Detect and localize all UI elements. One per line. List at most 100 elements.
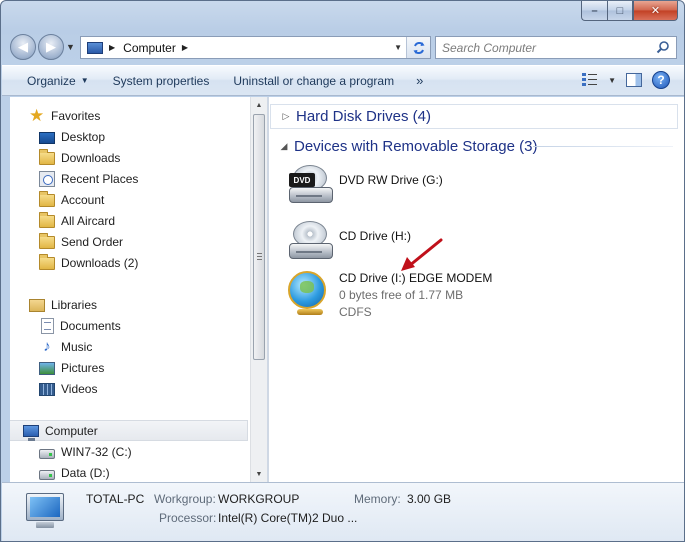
sidebar-item-desktop[interactable]: Desktop [10,126,105,147]
preview-pane-icon[interactable] [626,73,642,87]
drive-body-graphic [289,187,333,203]
address-bar[interactable]: ▶ Computer ▶ ▼ [80,36,431,59]
command-bar: Organize ▼ System properties Uninstall or… [2,65,684,96]
view-controls: ▼ ? [582,71,670,89]
sidebar-item-label: Videos [61,381,98,396]
sidebar-item-label: Computer [45,423,98,438]
sidebar-item-videos[interactable]: Videos [10,378,97,399]
breadcrumb-chevron-icon[interactable]: ▶ [182,43,188,52]
back-button[interactable]: ◀ [10,34,36,60]
grip-icon [257,253,262,260]
navigation-scrollbar[interactable]: ▲ ▼ [250,97,267,482]
caption-buttons: – □ ✕ [581,1,678,21]
organize-label: Organize [27,73,76,88]
sidebar-item-label: Pictures [61,360,105,375]
sidebar-item-label: Downloads (2) [61,255,139,270]
monitor-stand-graphic [36,522,54,528]
minimize-button[interactable]: – [581,1,607,21]
sidebar-item-send-order[interactable]: Send Order [10,231,123,252]
refresh-button[interactable] [406,37,430,58]
sidebar-item-libraries[interactable]: Libraries [10,294,97,315]
forward-arrow-icon: ▶ [46,39,56,54]
collapse-triangle-icon[interactable]: ◢ [274,141,294,152]
recent-pages-dropdown[interactable]: ▼ [66,42,75,52]
sidebar-item-music[interactable]: ♪ Music [10,336,92,357]
device-free-space: 0 bytes free of 1.77 MB [339,288,464,302]
change-view-icon[interactable] [582,73,598,87]
sidebar-item-data-drive[interactable]: Data (D:) [10,462,110,482]
sidebar-item-computer[interactable]: Computer [10,420,248,441]
sidebar-item-label: Libraries [51,297,98,312]
system-properties-button[interactable]: System properties [101,65,222,96]
memory-value: 3.00 GB [407,492,452,506]
sidebar-item-win7-drive[interactable]: WIN7-32 (C:) [10,441,132,462]
group-divider [533,146,673,147]
globe-stand-graphic [297,309,323,315]
device-name: CD Drive (I:) EDGE MODEM [339,271,493,285]
sidebar-item-documents[interactable]: Documents [10,315,121,336]
sidebar-item-label: All Aircard [61,213,116,228]
breadcrumb-separator-icon[interactable]: ▶ [109,43,115,52]
sidebar-item-all-aircard[interactable]: All Aircard [10,210,115,231]
sidebar-item-account[interactable]: Account [10,189,104,210]
processor-label: Processor: [159,511,217,525]
help-icon[interactable]: ? [652,71,670,89]
windows-drive-icon [39,448,55,459]
navigation-pane: ★ Favorites Desktop Downloads Recent Pla… [10,97,250,482]
search-icon[interactable] [656,40,670,54]
folder-icon [39,191,55,207]
view-options-dropdown[interactable]: ▼ [608,76,616,85]
sidebar-item-label: Downloads [61,150,121,165]
maximize-button[interactable]: □ [607,1,633,21]
content-area: ▷ Hard Disk Drives (4) ◢ Devices with Re… [269,97,684,482]
recent-places-icon [39,170,55,187]
refresh-icon [413,41,424,54]
search-box[interactable] [435,36,677,59]
computer-monitor-icon [24,489,68,533]
group-removable-storage[interactable]: ◢ Devices with Removable Storage (3) [269,133,677,159]
computer-name: TOTAL-PC [86,492,145,506]
drive-icon [39,469,55,480]
sidebar-item-label: WIN7-32 (C:) [61,444,132,459]
libraries-icon [29,299,45,312]
sidebar-item-label: Desktop [61,129,106,144]
group-hard-disk-drives[interactable]: ▷ Hard Disk Drives (4) [270,104,678,129]
sidebar-item-label: Data (D:) [61,465,110,480]
search-input[interactable] [442,40,652,55]
sidebar-item-downloads-2[interactable]: Downloads (2) [10,252,138,273]
organize-button[interactable]: Organize ▼ [2,65,101,96]
expand-triangle-icon[interactable]: ▷ [276,111,296,122]
more-commands-button[interactable]: » [406,65,435,96]
memory-label: Memory: [354,492,401,506]
sidebar-item-pictures[interactable]: Pictures [10,357,104,378]
address-history-dropdown[interactable]: ▼ [394,43,402,52]
scroll-up-icon[interactable]: ▲ [251,97,267,113]
dvd-label: DVD [289,173,315,187]
pictures-icon [39,362,55,375]
device-cd-drive-h[interactable]: CD Drive (H:) [285,217,411,265]
desktop-icon [39,131,55,144]
sidebar-item-recent-places[interactable]: Recent Places [10,168,138,189]
explorer-window: – □ ✕ ◀ ▶ ▼ ▶ Computer ▶ ▼ Organize ▼ Sys… [0,0,685,542]
uninstall-program-button[interactable]: Uninstall or change a program [221,65,406,96]
device-cd-drive-edge-modem[interactable]: CD Drive (I:) EDGE MODEM 0 bytes free of… [285,269,492,319]
computer-icon [23,425,39,441]
documents-icon [41,317,54,334]
sidebar-item-label: Favorites [51,108,101,123]
scrollbar-thumb[interactable] [253,114,265,360]
workgroup-label: Workgroup: [154,492,216,506]
close-button[interactable]: ✕ [633,1,678,21]
folder-icon [39,212,55,228]
device-dvd-rw-drive[interactable]: DVD DVD RW Drive (G:) [285,161,443,209]
globe-graphic [288,271,326,309]
forward-button[interactable]: ▶ [38,34,64,60]
scroll-down-icon[interactable]: ▼ [251,466,267,482]
red-annotation-arrow-icon [401,238,443,271]
sidebar-item-downloads[interactable]: Downloads [10,147,120,168]
sidebar-item-label: Send Order [61,234,124,249]
navigation-bar: ◀ ▶ ▼ ▶ Computer ▶ ▼ [1,33,684,61]
workgroup-value: WORKGROUP [218,492,300,506]
breadcrumb-computer[interactable]: Computer [123,41,176,55]
sidebar-item-favorites[interactable]: ★ Favorites [10,105,100,126]
drive-body-graphic [289,243,333,259]
